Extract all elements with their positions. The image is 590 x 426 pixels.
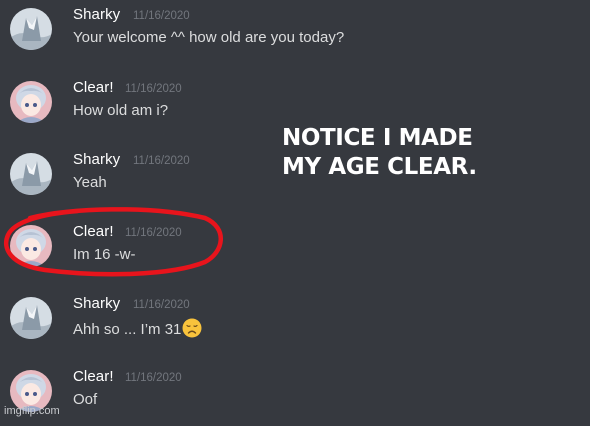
red-highlight-circle [3,207,223,277]
meme-caption-line-2: MY AGE CLEAR. [282,154,477,180]
meme-caption-line-1: NOTICE I MADE [282,125,473,151]
imgflip-watermark: imgflip.com [4,405,60,417]
meme-caption: NOTICE I MADE MY AGE CLEAR. [282,124,477,182]
